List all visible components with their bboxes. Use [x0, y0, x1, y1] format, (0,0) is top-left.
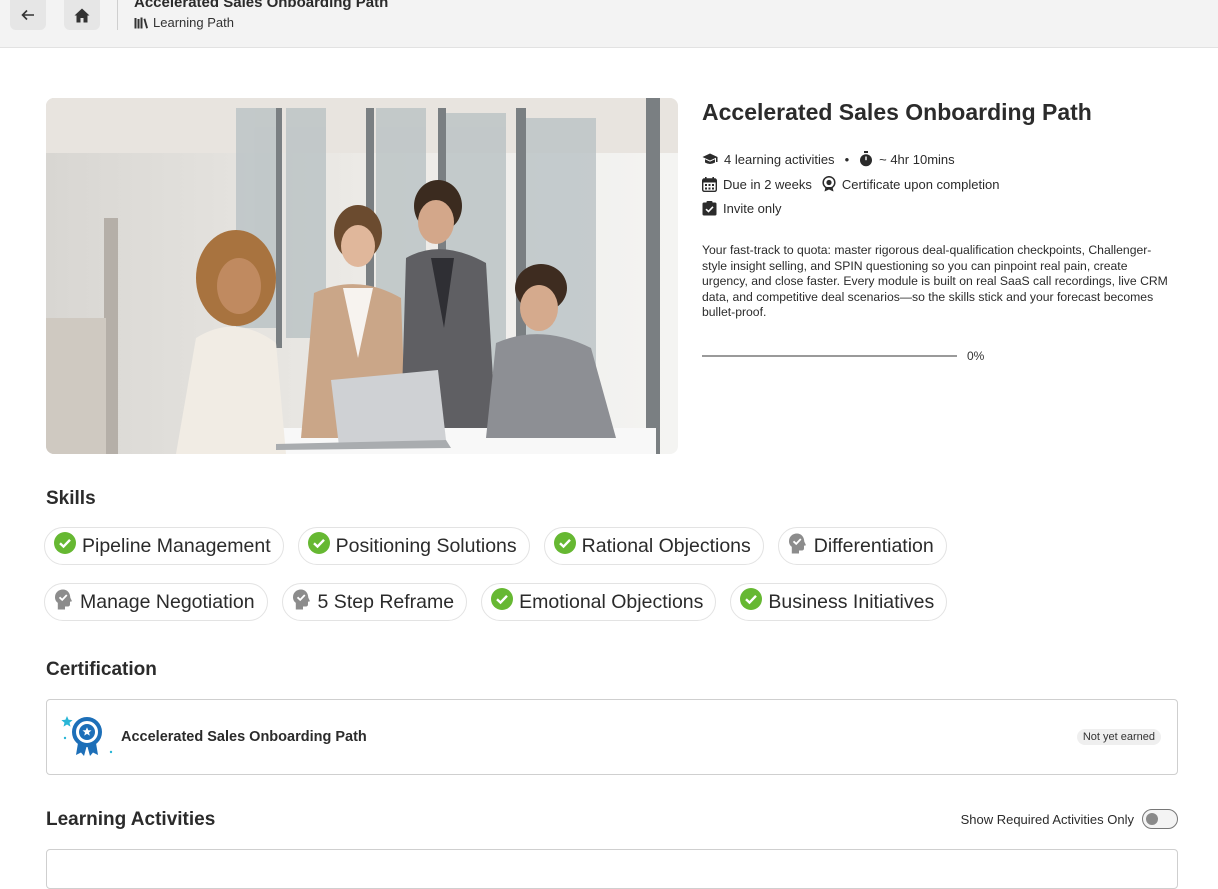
required-only-toggle-group: Show Required Activities Only — [961, 809, 1178, 829]
certification-title: Accelerated Sales Onboarding Path — [121, 729, 367, 745]
progress-bar: 0% — [702, 349, 984, 363]
course-description: Your fast-track to quota: master rigorou… — [702, 243, 1168, 319]
calendar-icon — [702, 176, 717, 192]
progress-label: 0% — [967, 349, 985, 363]
page-type-label: Learning Path — [153, 15, 234, 30]
head-check-icon — [788, 533, 808, 560]
skill-label: 5 Step Reframe — [317, 590, 455, 613]
meta-row-due: Due in 2 weeks Certificate upon completi… — [702, 176, 999, 192]
skills-row: Manage Negotiation 5 Step Reframe Emotio… — [44, 583, 1044, 621]
skill-label: Positioning Solutions — [335, 534, 517, 557]
page-title: Accelerated Sales Onboarding Path — [134, 0, 389, 11]
skill-chip[interactable]: Differentiation — [777, 527, 947, 565]
due-date: Due in 2 weeks — [723, 176, 812, 192]
status-badge: Not yet earned — [1076, 729, 1161, 745]
arrow-left-icon — [21, 9, 34, 21]
progress-track — [702, 355, 957, 357]
skill-chip[interactable]: 5 Step Reframe — [281, 583, 468, 621]
award-ribbon-icon — [822, 176, 836, 192]
learning-activities-heading: Learning Activities — [46, 809, 216, 830]
check-circle-icon — [491, 588, 514, 616]
skill-chip[interactable]: Pipeline Management — [44, 527, 284, 565]
meta-row-access: Invite only — [702, 201, 782, 216]
skill-label: Differentiation — [813, 534, 934, 557]
certification-heading: Certification — [46, 659, 157, 680]
library-icon — [134, 17, 148, 28]
check-circle-icon — [54, 532, 76, 560]
course-duration: ~ 4hr 10mins — [879, 151, 955, 167]
home-button[interactable] — [64, 0, 100, 30]
skill-label: Business Initiatives — [768, 590, 935, 613]
skill-label: Rational Objections — [581, 534, 751, 557]
divider — [117, 0, 118, 30]
skill-chip[interactable]: Manage Negotiation — [44, 583, 268, 621]
separator-dot: • — [844, 151, 850, 167]
course-hero-image — [46, 98, 678, 454]
course-title: Accelerated Sales Onboarding Path — [702, 99, 1092, 125]
certificate-note: Certificate upon completion — [841, 176, 1000, 192]
skills-list: Pipeline Management Positioning Solution… — [44, 527, 1044, 639]
skill-chip[interactable]: Business Initiatives — [730, 583, 948, 621]
page-type: Learning Path — [134, 15, 234, 30]
check-circle-icon — [553, 532, 576, 560]
skill-chip[interactable]: Positioning Solutions — [297, 527, 530, 565]
head-check-icon — [54, 589, 74, 616]
home-icon — [74, 8, 90, 22]
clipboard-check-icon — [702, 201, 717, 216]
skills-row: Pipeline Management Positioning Solution… — [44, 527, 1044, 565]
check-circle-icon — [307, 532, 330, 560]
skill-label: Manage Negotiation — [80, 590, 255, 613]
certificate-badge-icon — [61, 716, 113, 756]
graduation-cap-icon — [702, 153, 718, 164]
skill-chip[interactable]: Emotional Objections — [481, 583, 717, 621]
head-check-icon — [292, 589, 312, 616]
certification-card[interactable]: Accelerated Sales Onboarding Path Not ye… — [46, 699, 1178, 775]
check-circle-icon — [740, 588, 763, 616]
required-only-label: Show Required Activities Only — [960, 811, 1134, 827]
skill-chip[interactable]: Rational Objections — [543, 527, 764, 565]
stopwatch-icon — [860, 151, 873, 167]
skills-heading: Skills — [46, 488, 96, 509]
required-only-toggle[interactable] — [1142, 809, 1178, 829]
activities-count: 4 learning activities — [724, 151, 835, 167]
activity-card[interactable] — [46, 849, 1178, 889]
top-bar: Accelerated Sales Onboarding Path Learni… — [0, 0, 1218, 48]
toggle-knob — [1146, 813, 1158, 825]
meta-row-activities: 4 learning activities • ~ 4hr 10mins — [702, 151, 955, 167]
back-button[interactable] — [10, 0, 46, 30]
access-type: Invite only — [723, 201, 782, 216]
skill-label: Emotional Objections — [519, 590, 704, 613]
skill-label: Pipeline Management — [82, 534, 271, 557]
